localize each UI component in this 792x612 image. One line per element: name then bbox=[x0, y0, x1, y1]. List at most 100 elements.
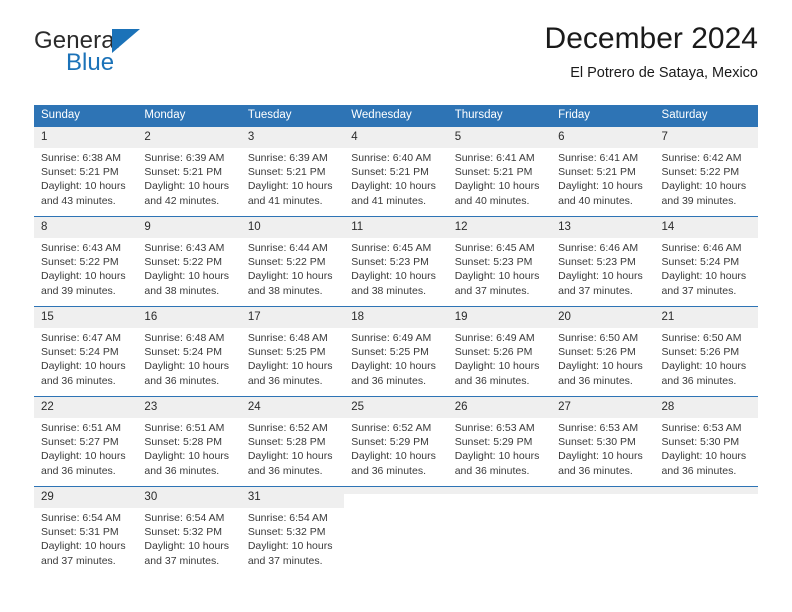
sunrise-sunset-calendar: Sunday Monday Tuesday Wednesday Thursday… bbox=[34, 105, 758, 576]
day-cell[interactable]: 10 Sunrise: 6:44 AM Sunset: 5:22 PM Dayligh… bbox=[240, 216, 345, 306]
page-title: December 2024 bbox=[544, 22, 758, 55]
weekday-header-row: Sunday Monday Tuesday Wednesday Thursday… bbox=[34, 105, 758, 126]
day-cell[interactable]: 27 Sunrise: 6:53 AM Sunset: 5:30 PM Dayligh… bbox=[551, 396, 655, 486]
sunrise-text: Sunrise: 6:51 AM bbox=[41, 422, 121, 434]
sunrise-text: Sunrise: 6:45 AM bbox=[454, 242, 535, 254]
sunrise-text: Sunrise: 6:50 AM bbox=[661, 332, 742, 344]
day-cell[interactable]: 24 Sunrise: 6:52 AM Sunset: 5:28 PM Dayligh… bbox=[240, 396, 345, 486]
day-details: Sunrise: 6:54 AM Sunset: 5:31 PM Daylight:… bbox=[34, 508, 137, 568]
calendar-cell[interactable]: 29 Sunrise: 6:54 AM Sunset: 5:31 PM Dayligh… bbox=[34, 486, 138, 576]
day-cell[interactable]: 1 Sunrise: 6:38 AM Sunset: 5:21 PM Daylight… bbox=[34, 126, 138, 216]
day-cell[interactable]: 8 Sunrise: 6:43 AM Sunset: 5:22 PM Daylight… bbox=[34, 216, 138, 306]
logo-text-blue: Blue bbox=[66, 49, 115, 76]
daylight-text-line1: Daylight: 10 hours bbox=[558, 360, 643, 373]
calendar-cell[interactable]: 5 Sunrise: 6:41 AM Sunset: 5:21 PM Daylight… bbox=[447, 126, 552, 216]
day-cell[interactable]: 7 Sunrise: 6:42 AM Sunset: 5:22 PM Daylight… bbox=[654, 126, 758, 216]
calendar-cell[interactable]: 13 Sunrise: 6:46 AM Sunset: 5:23 PM Dayligh… bbox=[551, 216, 655, 306]
calendar-cell[interactable]: 20 Sunrise: 6:50 AM Sunset: 5:26 PM Dayligh… bbox=[551, 306, 655, 396]
sunrise-text: Sunrise: 6:54 AM bbox=[41, 512, 121, 524]
day-cell[interactable]: 28 Sunrise: 6:53 AM Sunset: 5:30 PM Dayligh… bbox=[654, 396, 758, 486]
day-cell[interactable]: 15 Sunrise: 6:47 AM Sunset: 5:24 PM Dayligh… bbox=[34, 306, 138, 396]
calendar-cell[interactable]: 9 Sunrise: 6:43 AM Sunset: 5:22 PM Daylight… bbox=[137, 216, 241, 306]
calendar-cell[interactable]: 8 Sunrise: 6:43 AM Sunset: 5:22 PM Daylight… bbox=[34, 216, 138, 306]
day-cell[interactable]: 20 Sunrise: 6:50 AM Sunset: 5:26 PM Dayligh… bbox=[551, 306, 655, 396]
calendar-cell[interactable]: 2 Sunrise: 6:39 AM Sunset: 5:21 PM Daylight… bbox=[137, 126, 241, 216]
day-cell[interactable]: 21 Sunrise: 6:50 AM Sunset: 5:26 PM Dayligh… bbox=[654, 306, 758, 396]
day-cell[interactable]: 25 Sunrise: 6:52 AM Sunset: 5:29 PM Dayligh… bbox=[344, 396, 448, 486]
calendar-cell[interactable]: 4 Sunrise: 6:40 AM Sunset: 5:21 PM Daylight… bbox=[344, 126, 448, 216]
calendar-cell[interactable]: 27 Sunrise: 6:53 AM Sunset: 5:30 PM Dayligh… bbox=[551, 396, 655, 486]
calendar-cell[interactable]: 26 Sunrise: 6:53 AM Sunset: 5:29 PM Dayligh… bbox=[447, 396, 552, 486]
daylight-text-line2: and 37 minutes. bbox=[41, 554, 116, 567]
day-details: Sunrise: 6:53 AM Sunset: 5:30 PM Daylight:… bbox=[551, 418, 654, 478]
day-cell[interactable]: 19 Sunrise: 6:49 AM Sunset: 5:26 PM Dayligh… bbox=[447, 306, 552, 396]
day-cell[interactable]: 30 Sunrise: 6:54 AM Sunset: 5:32 PM Dayligh… bbox=[137, 486, 241, 576]
day-cell[interactable]: 6 Sunrise: 6:41 AM Sunset: 5:21 PM Daylight… bbox=[551, 126, 655, 216]
day-cell-empty bbox=[654, 486, 758, 576]
day-details: Sunrise: 6:51 AM Sunset: 5:28 PM Daylight:… bbox=[137, 418, 240, 478]
day-cell[interactable]: 22 Sunrise: 6:51 AM Sunset: 5:27 PM Dayligh… bbox=[34, 396, 138, 486]
daylight-text-line2: and 38 minutes. bbox=[247, 284, 323, 297]
daylight-text-line2: and 39 minutes. bbox=[41, 284, 116, 297]
day-number bbox=[551, 487, 655, 494]
calendar-cell[interactable]: 10 Sunrise: 6:44 AM Sunset: 5:22 PM Dayligh… bbox=[240, 216, 345, 306]
day-cell[interactable]: 3 Sunrise: 6:39 AM Sunset: 5:21 PM Daylight… bbox=[240, 126, 345, 216]
calendar-cell[interactable]: 21 Sunrise: 6:50 AM Sunset: 5:26 PM Dayligh… bbox=[654, 306, 758, 396]
day-cell[interactable]: 11 Sunrise: 6:45 AM Sunset: 5:23 PM Dayligh… bbox=[344, 216, 448, 306]
day-number: 8 bbox=[34, 217, 138, 238]
calendar-cell[interactable]: 16 Sunrise: 6:48 AM Sunset: 5:24 PM Dayligh… bbox=[137, 306, 241, 396]
calendar-cell[interactable]: 7 Sunrise: 6:42 AM Sunset: 5:22 PM Daylight… bbox=[654, 126, 758, 216]
daylight-text-line1: Daylight: 10 hours bbox=[41, 360, 126, 373]
calendar-cell[interactable]: 25 Sunrise: 6:52 AM Sunset: 5:29 PM Dayligh… bbox=[344, 396, 448, 486]
day-cell[interactable]: 13 Sunrise: 6:46 AM Sunset: 5:23 PM Dayligh… bbox=[551, 216, 655, 306]
day-cell-empty bbox=[447, 486, 552, 576]
calendar-cell[interactable]: 6 Sunrise: 6:41 AM Sunset: 5:21 PM Daylight… bbox=[551, 126, 655, 216]
day-cell[interactable]: 9 Sunrise: 6:43 AM Sunset: 5:22 PM Daylight… bbox=[137, 216, 241, 306]
daylight-text-line1: Daylight: 10 hours bbox=[661, 270, 747, 283]
day-cell[interactable]: 2 Sunrise: 6:39 AM Sunset: 5:21 PM Daylight… bbox=[137, 126, 241, 216]
day-cell[interactable]: 4 Sunrise: 6:40 AM Sunset: 5:21 PM Daylight… bbox=[344, 126, 448, 216]
weekday-header-friday: Friday bbox=[551, 105, 655, 126]
day-cell[interactable]: 12 Sunrise: 6:45 AM Sunset: 5:23 PM Dayligh… bbox=[447, 216, 552, 306]
sunset-text: Sunset: 5:26 PM bbox=[454, 346, 533, 359]
calendar-cell[interactable]: 15 Sunrise: 6:47 AM Sunset: 5:24 PM Dayligh… bbox=[34, 306, 138, 396]
calendar-cell[interactable]: 31 Sunrise: 6:54 AM Sunset: 5:32 PM Dayligh… bbox=[240, 486, 345, 576]
day-cell[interactable]: 29 Sunrise: 6:54 AM Sunset: 5:31 PM Dayligh… bbox=[34, 486, 138, 576]
day-cell[interactable]: 16 Sunrise: 6:48 AM Sunset: 5:24 PM Dayligh… bbox=[137, 306, 241, 396]
day-cell[interactable]: 18 Sunrise: 6:49 AM Sunset: 5:25 PM Dayligh… bbox=[344, 306, 448, 396]
day-cell[interactable]: 31 Sunrise: 6:54 AM Sunset: 5:32 PM Dayligh… bbox=[240, 486, 345, 576]
calendar-cell[interactable]: 1 Sunrise: 6:38 AM Sunset: 5:21 PM Daylight… bbox=[34, 126, 138, 216]
calendar-cell[interactable]: 11 Sunrise: 6:45 AM Sunset: 5:23 PM Dayligh… bbox=[344, 216, 448, 306]
day-cell[interactable]: 17 Sunrise: 6:48 AM Sunset: 5:25 PM Dayligh… bbox=[240, 306, 345, 396]
day-details: Sunrise: 6:46 AM Sunset: 5:24 PM Daylight:… bbox=[655, 238, 758, 298]
calendar-cell[interactable]: 18 Sunrise: 6:49 AM Sunset: 5:25 PM Dayligh… bbox=[344, 306, 448, 396]
day-cell[interactable]: 26 Sunrise: 6:53 AM Sunset: 5:29 PM Dayligh… bbox=[447, 396, 552, 486]
sunrise-text: Sunrise: 6:46 AM bbox=[558, 242, 639, 254]
calendar-cell[interactable]: 22 Sunrise: 6:51 AM Sunset: 5:27 PM Dayligh… bbox=[34, 396, 138, 486]
calendar-cell[interactable]: 23 Sunrise: 6:51 AM Sunset: 5:28 PM Dayligh… bbox=[137, 396, 241, 486]
sunrise-text: Sunrise: 6:48 AM bbox=[144, 332, 225, 344]
calendar-cell[interactable]: 24 Sunrise: 6:52 AM Sunset: 5:28 PM Dayligh… bbox=[240, 396, 345, 486]
calendar-cell[interactable]: 14 Sunrise: 6:46 AM Sunset: 5:24 PM Dayligh… bbox=[654, 216, 758, 306]
calendar-cell[interactable]: 3 Sunrise: 6:39 AM Sunset: 5:21 PM Daylight… bbox=[240, 126, 345, 216]
day-number: 11 bbox=[344, 217, 448, 238]
day-cell[interactable]: 23 Sunrise: 6:51 AM Sunset: 5:28 PM Dayligh… bbox=[137, 396, 241, 486]
daylight-text-line1: Daylight: 10 hours bbox=[41, 180, 126, 193]
day-cell[interactable]: 14 Sunrise: 6:46 AM Sunset: 5:24 PM Dayligh… bbox=[654, 216, 758, 306]
calendar-cell[interactable]: 30 Sunrise: 6:54 AM Sunset: 5:32 PM Dayligh… bbox=[137, 486, 241, 576]
day-details: Sunrise: 6:46 AM Sunset: 5:23 PM Daylight:… bbox=[551, 238, 654, 298]
sunset-text: Sunset: 5:27 PM bbox=[41, 436, 119, 449]
calendar-cell[interactable]: 19 Sunrise: 6:49 AM Sunset: 5:26 PM Dayligh… bbox=[447, 306, 552, 396]
day-cell[interactable]: 5 Sunrise: 6:41 AM Sunset: 5:21 PM Daylight… bbox=[447, 126, 552, 216]
daylight-text-line1: Daylight: 10 hours bbox=[247, 540, 333, 553]
calendar-cell[interactable]: 28 Sunrise: 6:53 AM Sunset: 5:30 PM Dayligh… bbox=[654, 396, 758, 486]
day-number: 19 bbox=[447, 307, 552, 328]
calendar-cell[interactable]: 17 Sunrise: 6:48 AM Sunset: 5:25 PM Dayligh… bbox=[240, 306, 345, 396]
sunset-text: Sunset: 5:21 PM bbox=[558, 166, 636, 179]
daylight-text-line2: and 39 minutes. bbox=[661, 194, 737, 207]
sunset-text: Sunset: 5:26 PM bbox=[661, 346, 740, 359]
calendar-cell[interactable]: 12 Sunrise: 6:45 AM Sunset: 5:23 PM Dayligh… bbox=[447, 216, 552, 306]
daylight-text-line1: Daylight: 10 hours bbox=[247, 360, 333, 373]
sunrise-text: Sunrise: 6:43 AM bbox=[144, 242, 225, 254]
week-row: 1 Sunrise: 6:38 AM Sunset: 5:21 PM Daylight… bbox=[34, 126, 758, 216]
